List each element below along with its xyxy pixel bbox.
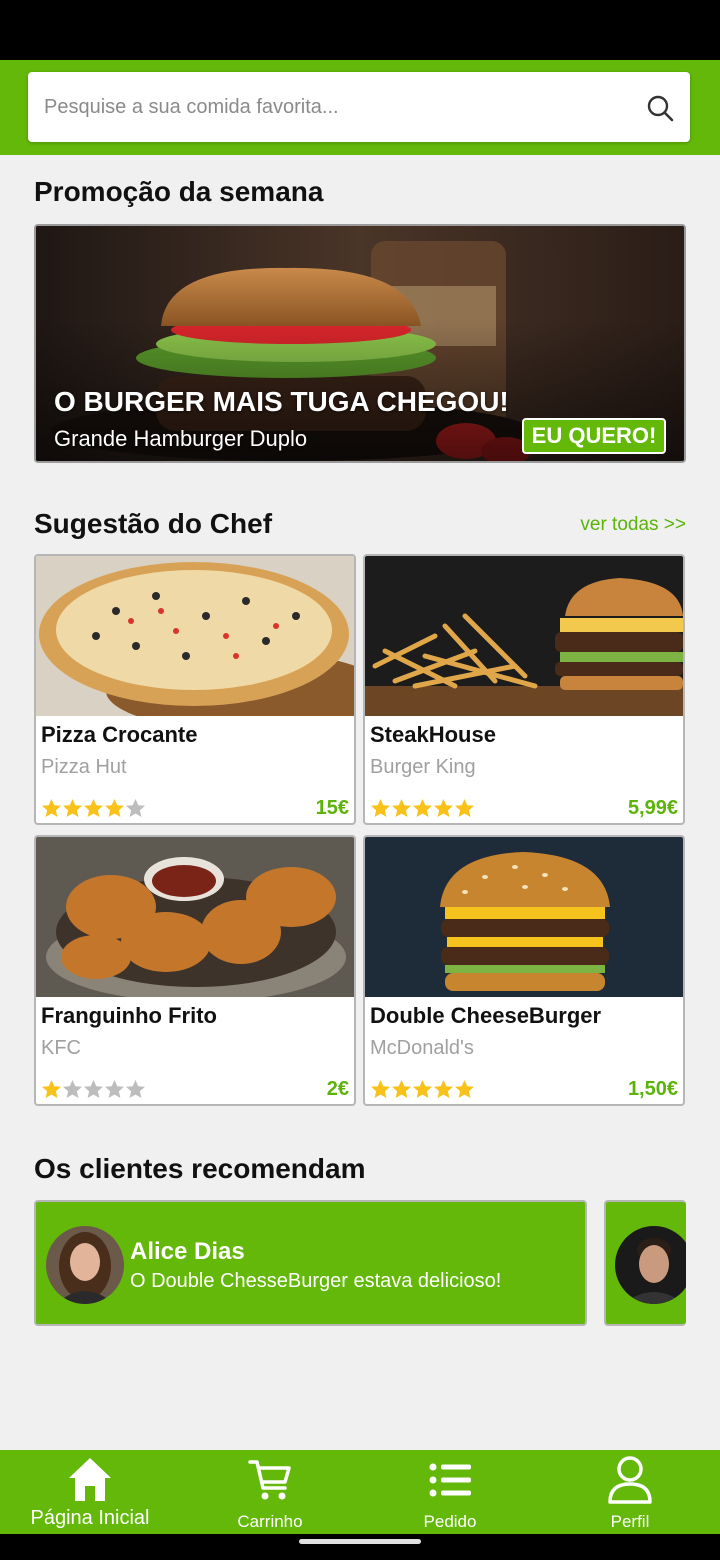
search-bar[interactable] bbox=[28, 72, 690, 142]
status-bar bbox=[0, 0, 720, 60]
fried-chicken-image bbox=[36, 837, 354, 997]
bottom-nav: Página Inicial Carrinho Pedido Perfil bbox=[0, 1450, 720, 1534]
product-card-pizza-crocante[interactable]: Pizza Crocante Pizza Hut 15€ bbox=[34, 554, 356, 825]
nav-label: Pedido bbox=[423, 1512, 477, 1531]
avatar bbox=[46, 1226, 124, 1304]
review-card[interactable]: Alice Dias O Double ChesseBurger estava … bbox=[34, 1200, 587, 1326]
search-icon[interactable] bbox=[646, 94, 674, 122]
star-filled-icon bbox=[371, 1080, 390, 1098]
star-filled-icon bbox=[434, 799, 453, 817]
reviewer-name: Alice Dias bbox=[130, 1238, 245, 1265]
product-price: 2€ bbox=[326, 1078, 349, 1100]
avatar bbox=[615, 1226, 686, 1304]
product-card-steakhouse[interactable]: SteakHouse Burger King 5,99€ bbox=[363, 554, 685, 825]
star-filled-icon bbox=[371, 799, 390, 817]
rating-stars bbox=[41, 798, 146, 820]
gesture-handle[interactable] bbox=[299, 1539, 421, 1544]
star-empty-icon bbox=[126, 799, 145, 817]
star-empty-icon bbox=[126, 1080, 145, 1098]
home-icon bbox=[69, 1458, 111, 1501]
nav-label: Página Inicial bbox=[30, 1507, 150, 1529]
nav-item-home[interactable]: Página Inicial bbox=[0, 1450, 180, 1534]
star-filled-icon bbox=[434, 1080, 453, 1098]
nav-label: Perfil bbox=[610, 1512, 650, 1531]
product-name: SteakHouse bbox=[370, 722, 496, 747]
cart-icon bbox=[248, 1460, 291, 1500]
product-card-double-cheeseburger[interactable]: Double CheeseBurger McDonald's 1,50€ bbox=[363, 835, 685, 1106]
star-empty-icon bbox=[63, 1080, 82, 1098]
pizza-image bbox=[36, 556, 354, 716]
search-header bbox=[0, 60, 720, 155]
star-filled-icon bbox=[455, 799, 474, 817]
rating-stars bbox=[41, 1079, 146, 1101]
rating-stars bbox=[370, 1079, 475, 1101]
promo-cta-button[interactable]: EU QUERO! bbox=[522, 418, 666, 454]
product-card-franguinho-frito[interactable]: Franguinho Frito KFC 2€ bbox=[34, 835, 356, 1106]
double-cheeseburger-image bbox=[365, 837, 683, 997]
promo-banner[interactable]: O BURGER MAIS TUGA CHEGOU! Grande Hambur… bbox=[34, 224, 686, 463]
promo-title: O BURGER MAIS TUGA CHEGOU! bbox=[54, 386, 509, 417]
product-price: 15€ bbox=[315, 797, 349, 819]
reviews-section-title: Os clientes recomendam bbox=[34, 1153, 366, 1184]
chef-section-title: Sugestão do Chef bbox=[34, 508, 273, 539]
gesture-bar bbox=[0, 1534, 720, 1560]
star-filled-icon bbox=[392, 1080, 411, 1098]
user-icon bbox=[608, 1456, 652, 1504]
list-icon bbox=[429, 1463, 471, 1497]
rating-stars bbox=[370, 798, 475, 820]
product-store: Pizza Hut bbox=[41, 756, 127, 778]
steakhouse-image bbox=[365, 556, 683, 716]
product-store: Burger King bbox=[370, 756, 476, 778]
nav-item-orders[interactable]: Pedido bbox=[360, 1450, 540, 1534]
star-filled-icon bbox=[413, 799, 432, 817]
see-all-link[interactable]: ver todas >> bbox=[580, 514, 686, 536]
star-filled-icon bbox=[413, 1080, 432, 1098]
star-filled-icon bbox=[42, 799, 61, 817]
product-store: McDonald's bbox=[370, 1037, 474, 1059]
review-text: O Double ChesseBurger estava delicioso! bbox=[130, 1270, 502, 1292]
star-empty-icon bbox=[105, 1080, 124, 1098]
star-filled-icon bbox=[84, 799, 103, 817]
product-name: Franguinho Frito bbox=[41, 1003, 217, 1028]
nav-item-cart[interactable]: Carrinho bbox=[180, 1450, 360, 1534]
search-input[interactable] bbox=[44, 72, 634, 142]
star-filled-icon bbox=[455, 1080, 474, 1098]
star-filled-icon bbox=[392, 799, 411, 817]
product-price: 5,99€ bbox=[627, 797, 678, 819]
promo-section-title: Promoção da semana bbox=[34, 176, 324, 207]
star-empty-icon bbox=[84, 1080, 103, 1098]
product-name: Double CheeseBurger bbox=[370, 1003, 602, 1028]
star-filled-icon bbox=[42, 1080, 61, 1098]
nav-label: Carrinho bbox=[237, 1512, 303, 1531]
star-filled-icon bbox=[105, 799, 124, 817]
star-filled-icon bbox=[63, 799, 82, 817]
product-name: Pizza Crocante bbox=[41, 722, 198, 747]
nav-item-profile[interactable]: Perfil bbox=[540, 1450, 720, 1534]
product-price: 1,50€ bbox=[627, 1078, 678, 1100]
product-store: KFC bbox=[41, 1037, 81, 1059]
review-card-partial[interactable] bbox=[604, 1200, 686, 1326]
promo-subtitle: Grande Hamburger Duplo bbox=[54, 426, 308, 451]
